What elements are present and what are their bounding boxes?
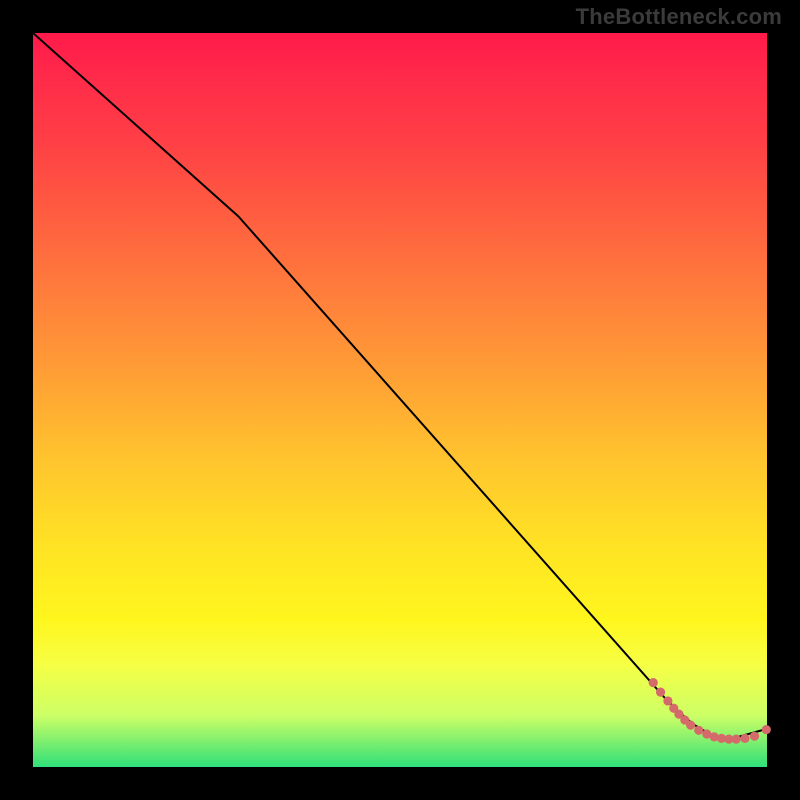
- marker-dots: [649, 678, 771, 744]
- chart-overlay-svg: [33, 33, 767, 767]
- plot-area: [33, 33, 767, 767]
- watermark-text: TheBottleneck.com: [576, 4, 782, 30]
- chart-frame: TheBottleneck.com: [0, 0, 800, 800]
- curve-line: [33, 33, 767, 739]
